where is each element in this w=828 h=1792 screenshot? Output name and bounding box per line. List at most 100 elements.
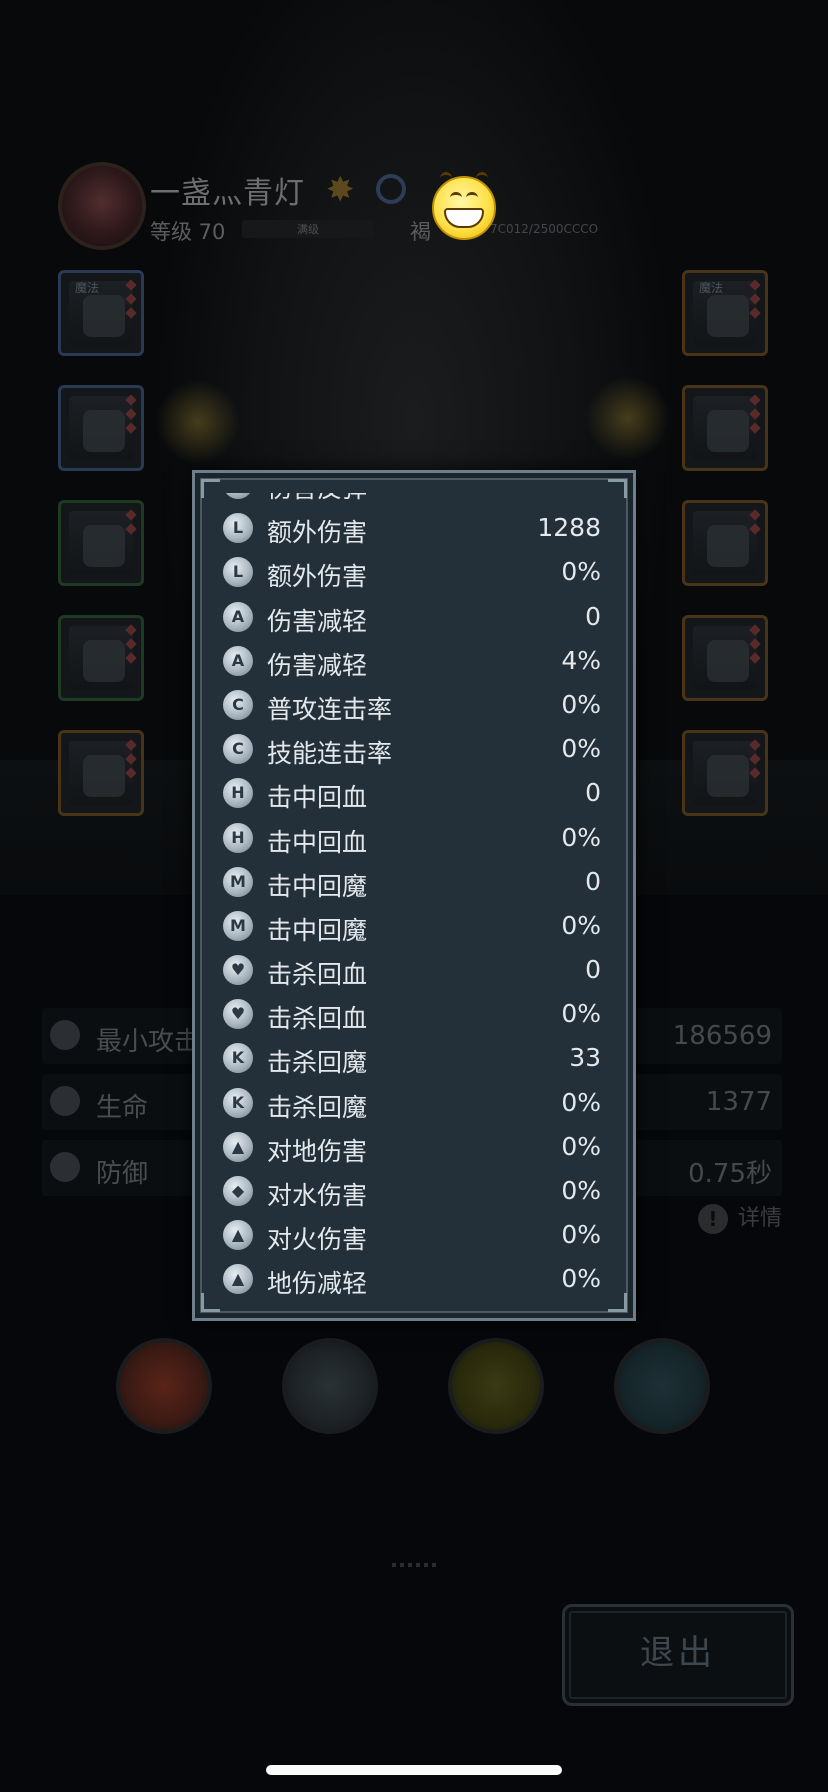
attribute-name: 伤害减轻 (267, 606, 368, 636)
attribute-name: 击中回血 (267, 783, 368, 813)
grinning-emoji-icon (432, 172, 496, 240)
exit-button[interactable]: 退出 (562, 1604, 794, 1706)
attribute-value: 0% (561, 1131, 601, 1161)
level-bar-label: 满级 (297, 223, 319, 236)
attribute-row: K 击杀回魔 0% (205, 1082, 623, 1126)
magic-tag: 魔法 (75, 281, 100, 295)
boomerang-icon (83, 640, 125, 682)
attribute-name: 击杀回魔 (267, 1048, 368, 1078)
attribute-value: 0% (561, 557, 601, 587)
ring-icon (707, 410, 749, 452)
level-progress-bar: 满级 (242, 220, 374, 238)
attribute-value: 0 (585, 601, 601, 631)
attribute-name: 伤害减轻 (267, 650, 368, 680)
attribute-value: 0% (561, 910, 601, 940)
attribute-icon: K (223, 1087, 253, 1118)
attribute-name: 对地伤害 (267, 1136, 368, 1166)
equip-slot-staff[interactable] (682, 615, 768, 701)
equip-slot-boomerang[interactable] (58, 615, 144, 701)
shield-item-icon (83, 755, 125, 797)
skill-button-4[interactable] (614, 1338, 710, 1434)
attribute-icon: M (223, 866, 253, 897)
attribute-value: 0% (561, 1220, 601, 1250)
attribute-row: ▲ 对地伤害 0% (205, 1126, 623, 1170)
attribute-value: 0 (585, 778, 601, 808)
equip-slot-pants[interactable] (58, 500, 144, 586)
equip-slot-helmet[interactable]: 魔法 (58, 270, 144, 356)
attribute-value: 0% (561, 1087, 601, 1117)
skill-button-2[interactable] (282, 1338, 378, 1434)
attribute-icon: ◆ (223, 1176, 253, 1206)
attribute-icon: L (223, 513, 253, 544)
equip-slot-sword[interactable]: 魔法 (682, 270, 768, 356)
attribute-row: A 伤害减轻 0 (205, 596, 623, 640)
level-label: 等级 70 (150, 220, 226, 244)
skill-button-3[interactable] (448, 1338, 544, 1434)
detail-link[interactable]: ! 详情 (697, 1200, 782, 1234)
attribute-row: K 击杀回魔 33 (205, 1037, 623, 1081)
equip-slot-necklace[interactable] (682, 500, 768, 586)
attribute-row: A 伤害减轻 4% (205, 640, 623, 684)
attribute-row: C 技能连击率 0% (205, 728, 623, 772)
attribute-name: 额外伤害 (267, 518, 368, 548)
attribute-row: L 额外伤害 0% (205, 551, 623, 595)
stat-label: 最小攻击 (96, 1027, 201, 1057)
attribute-name: 对水伤害 (267, 1181, 368, 1210)
attribute-name: 击杀回魔 (267, 1092, 368, 1122)
attribute-scroll-content[interactable]: R 伤害反弹 0% L 额外伤害 1288 L 额外伤害 0% A 伤害减轻 0 A 伤害减轻 4% C 普攻连… (205, 493, 623, 1303)
detail-label: 详情 (737, 1206, 782, 1231)
home-indicator[interactable] (266, 1765, 562, 1775)
attribute-icon: K (223, 1043, 253, 1074)
player-name: 一盏灬青灯 (150, 176, 305, 211)
attribute-value: 0% (561, 734, 601, 764)
attribute-name: 击中回血 (267, 827, 368, 857)
attribute-value: 4% (561, 645, 601, 675)
attribute-icon: ▲ (223, 1131, 253, 1162)
attribute-row: H 击中回血 0 (205, 772, 623, 816)
equip-slot-ring[interactable] (682, 385, 768, 471)
attribute-name: 技能连击率 (267, 739, 393, 769)
attribute-icon: H (223, 778, 253, 809)
attribute-icon: ▲ (223, 1220, 253, 1251)
player-avatar[interactable] (62, 166, 142, 246)
equip-slot-orb[interactable] (682, 730, 768, 816)
attribute-name: 额外伤害 (267, 562, 368, 592)
attribute-popup[interactable]: R 伤害反弹 0% L 额外伤害 1288 L 额外伤害 0% A 伤害减轻 0 A 伤害减轻 4% C 普攻连… (192, 470, 636, 1321)
equip-slot-armor[interactable] (58, 385, 144, 471)
necklace-icon (707, 525, 749, 567)
equip-slot-shield[interactable] (58, 730, 144, 816)
staff-icon (707, 640, 749, 682)
attribute-name: 对火伤害 (267, 1225, 368, 1255)
attribute-value: 0% (561, 999, 601, 1029)
pants-icon (83, 525, 125, 567)
attribute-icon: H (223, 822, 253, 853)
attribute-row: M 击中回魔 0 (205, 861, 623, 905)
orb-icon (707, 755, 749, 797)
attribute-value: 33 (569, 1043, 601, 1073)
attribute-icon: C (223, 734, 253, 765)
page-dots (392, 1563, 436, 1567)
attribute-row: R 伤害反弹 0% (205, 493, 623, 507)
skill-button-1[interactable] (116, 1338, 212, 1434)
stat-label: 生命 (96, 1093, 149, 1123)
attribute-row: H 击中回血 0% (205, 817, 623, 861)
magic-tag: 魔法 (699, 281, 724, 295)
attribute-value: 0% (561, 493, 601, 498)
attribute-value: 0% (561, 1264, 601, 1294)
attribute-value: 0% (561, 822, 601, 852)
attribute-icon: ♥ (223, 999, 253, 1030)
stat-value: 0.75秒 (688, 1159, 772, 1189)
attribute-name: 击杀回血 (267, 960, 368, 990)
attribute-name: 伤害反弹 (267, 493, 367, 505)
attribute-icon: M (223, 910, 253, 941)
attribute-name: 普攻连击率 (267, 694, 393, 724)
attribute-value: 0% (561, 689, 601, 719)
attribute-name: 击杀回血 (267, 1004, 368, 1034)
attribute-row: ♥ 击杀回血 0% (205, 993, 623, 1037)
attribute-row: ▲ 地伤减轻 0% (205, 1258, 623, 1302)
attribute-icon: A (223, 645, 253, 676)
attribute-list[interactable]: R 伤害反弹 0% L 额外伤害 1288 L 额外伤害 0% A 伤害减轻 0 A 伤害减轻 4% C 普攻连… (205, 493, 623, 1303)
attribute-value: 0% (561, 1176, 601, 1205)
title-label: 褐 (410, 220, 431, 244)
attribute-row: ▲ 对火伤害 0% (205, 1214, 623, 1258)
